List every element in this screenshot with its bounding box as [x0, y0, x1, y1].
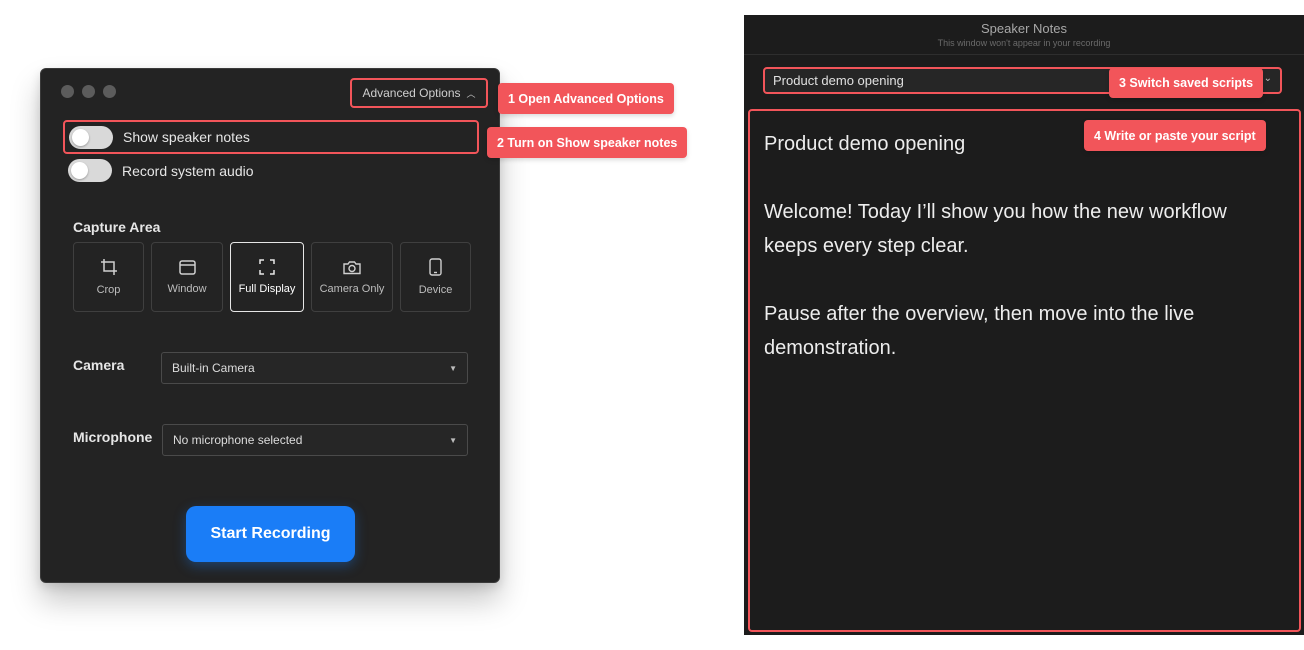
zoom-window-button[interactable] [103, 85, 116, 98]
speaker-notes-title: Speaker Notes [981, 21, 1067, 36]
record-system-audio-label: Record system audio [122, 162, 254, 179]
speaker-notes-header: Speaker Notes This window won't appear i… [744, 15, 1304, 55]
capture-option-crop[interactable]: Crop [73, 242, 144, 312]
show-speaker-notes-row: Show speaker notes [63, 120, 479, 154]
capture-option-camera-only[interactable]: Camera Only [311, 242, 393, 312]
capture-option-label: Camera Only [319, 282, 385, 295]
capture-option-label: Device [418, 284, 453, 296]
advanced-options-button[interactable]: Advanced Options ︿ [350, 78, 488, 108]
chevron-up-icon: ︿ [466, 88, 476, 99]
capture-option-full-display[interactable]: Full Display [230, 242, 304, 312]
microphone-select[interactable]: No microphone selected ▼ [162, 424, 468, 456]
show-speaker-notes-label: Show speaker notes [123, 129, 250, 145]
callout-step-1: 1 Open Advanced Options [498, 83, 674, 114]
record-system-audio-toggle[interactable] [68, 159, 112, 182]
camera-select-value: Built-in Camera [172, 361, 255, 375]
microphone-select-value: No microphone selected [173, 433, 303, 447]
speaker-notes-window: Speaker Notes This window won't appear i… [744, 15, 1304, 635]
caret-down-icon: ▼ [449, 363, 457, 373]
fullscreen-icon [259, 259, 275, 275]
script-paragraph: Pause after the overview, then move into… [764, 303, 1195, 359]
crop-icon [100, 259, 117, 275]
window-controls [61, 85, 116, 98]
capture-option-label: Crop [96, 284, 121, 296]
capture-option-window[interactable]: Window [151, 242, 223, 312]
capture-area-options: Crop Window Full Display Camera Only Dev… [73, 242, 471, 312]
callout-step-4: 4 Write or paste your script [1084, 120, 1266, 151]
camera-label: Camera [73, 357, 125, 373]
caret-down-icon: ▼ [449, 435, 457, 445]
capture-option-label: Full Display [238, 283, 296, 295]
close-window-button[interactable] [61, 85, 74, 98]
minimize-window-button[interactable] [82, 85, 95, 98]
chevron-down-icon: ⌄ [1263, 73, 1272, 84]
advanced-options-label: Advanced Options [362, 86, 461, 100]
callout-step-2: 2 Turn on Show speaker notes [487, 127, 688, 158]
script-paragraph: Welcome! Today I’ll show you how the new… [764, 201, 1227, 257]
window-icon [178, 259, 196, 275]
device-icon [429, 258, 442, 276]
capture-area-label: Capture Area [73, 219, 161, 235]
microphone-label: Microphone [73, 429, 153, 445]
capture-option-label: Window [167, 282, 207, 295]
camera-icon [343, 260, 361, 274]
camera-select[interactable]: Built-in Camera ▼ [161, 352, 468, 384]
show-speaker-notes-toggle[interactable] [69, 125, 113, 149]
callout-step-3: 3 Switch saved scripts [1109, 68, 1264, 98]
script-editor[interactable]: Product demo opening Welcome! Today I’ll… [748, 109, 1301, 632]
capture-option-device[interactable]: Device [400, 242, 471, 312]
speaker-notes-subtitle: This window won't appear in your recordi… [937, 38, 1111, 48]
record-system-audio-row: Record system audio [68, 159, 254, 182]
start-recording-button[interactable]: Start Recording [186, 506, 355, 562]
saved-script-value: Product demo opening [773, 73, 904, 88]
recorder-window: Advanced Options ︿ Show speaker notes Re… [40, 68, 500, 583]
